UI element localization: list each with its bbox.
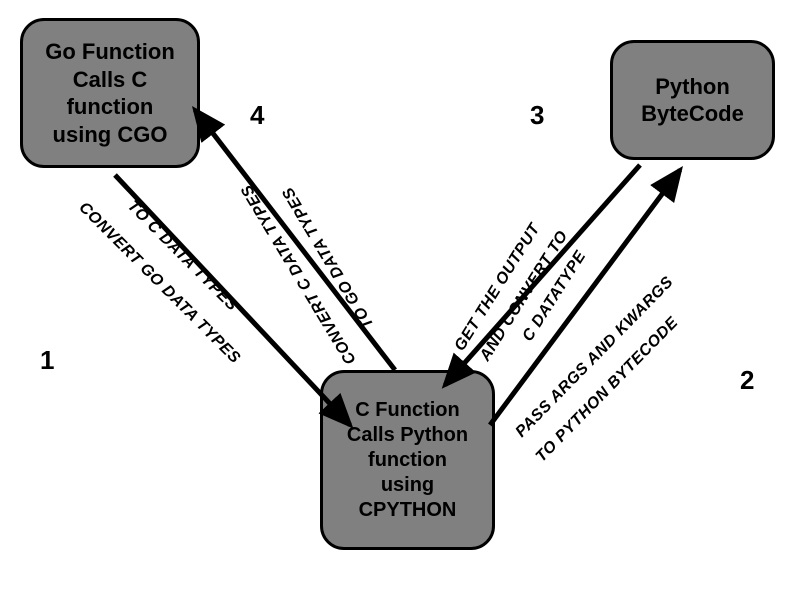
step-2: 2: [740, 365, 754, 396]
diagram-canvas: Go Function Calls C function using CGO P…: [0, 0, 800, 600]
step-4: 4: [250, 100, 264, 131]
edge-3-label-l3: C DATATYPE: [519, 247, 589, 344]
step-3: 3: [530, 100, 544, 131]
edge-1-arrow: [115, 175, 350, 425]
edge-3-label-l2: AND CONVERT TO: [476, 228, 571, 365]
node-go-line2: Calls C: [73, 67, 148, 92]
edge-2-arrow: [490, 170, 680, 425]
node-c-line3: function: [368, 449, 447, 471]
node-c: C Function Calls Python function using C…: [320, 370, 495, 550]
edge-2-label-l1: PASS ARGS AND KWARGS: [512, 273, 676, 440]
edge-1-label-l2: TO C DATA TYPES: [124, 198, 241, 315]
edge-1-label-l1: CONVERT GO DATA TYPES: [75, 199, 243, 367]
node-py-line2: ByteCode: [641, 101, 744, 126]
node-c-line5: CPYTHON: [359, 499, 457, 521]
node-go-line3: function: [67, 94, 154, 119]
edge-4-arrow: [195, 110, 395, 370]
edge-4-label-l2: TO GO DATA TYPES: [279, 184, 377, 332]
node-py-line1: Python: [655, 74, 730, 99]
step-1: 1: [40, 345, 54, 376]
node-go: Go Function Calls C function using CGO: [20, 18, 200, 168]
node-go-line4: using CGO: [53, 122, 168, 147]
edge-2-label-l2: TO PYTHON BYTECODE: [533, 313, 683, 465]
node-python-bytecode: Python ByteCode: [610, 40, 775, 160]
node-c-line1: C Function: [355, 399, 459, 421]
node-c-line4: using: [381, 474, 434, 496]
node-c-line2: Calls Python: [347, 424, 468, 446]
edge-3-label-l1: GET THE OUTPUT: [451, 220, 544, 354]
edge-4-label-l1: CONVERT C DATA TYPES: [238, 181, 359, 367]
edge-3-arrow: [445, 165, 640, 385]
node-go-line1: Go Function: [45, 39, 175, 64]
